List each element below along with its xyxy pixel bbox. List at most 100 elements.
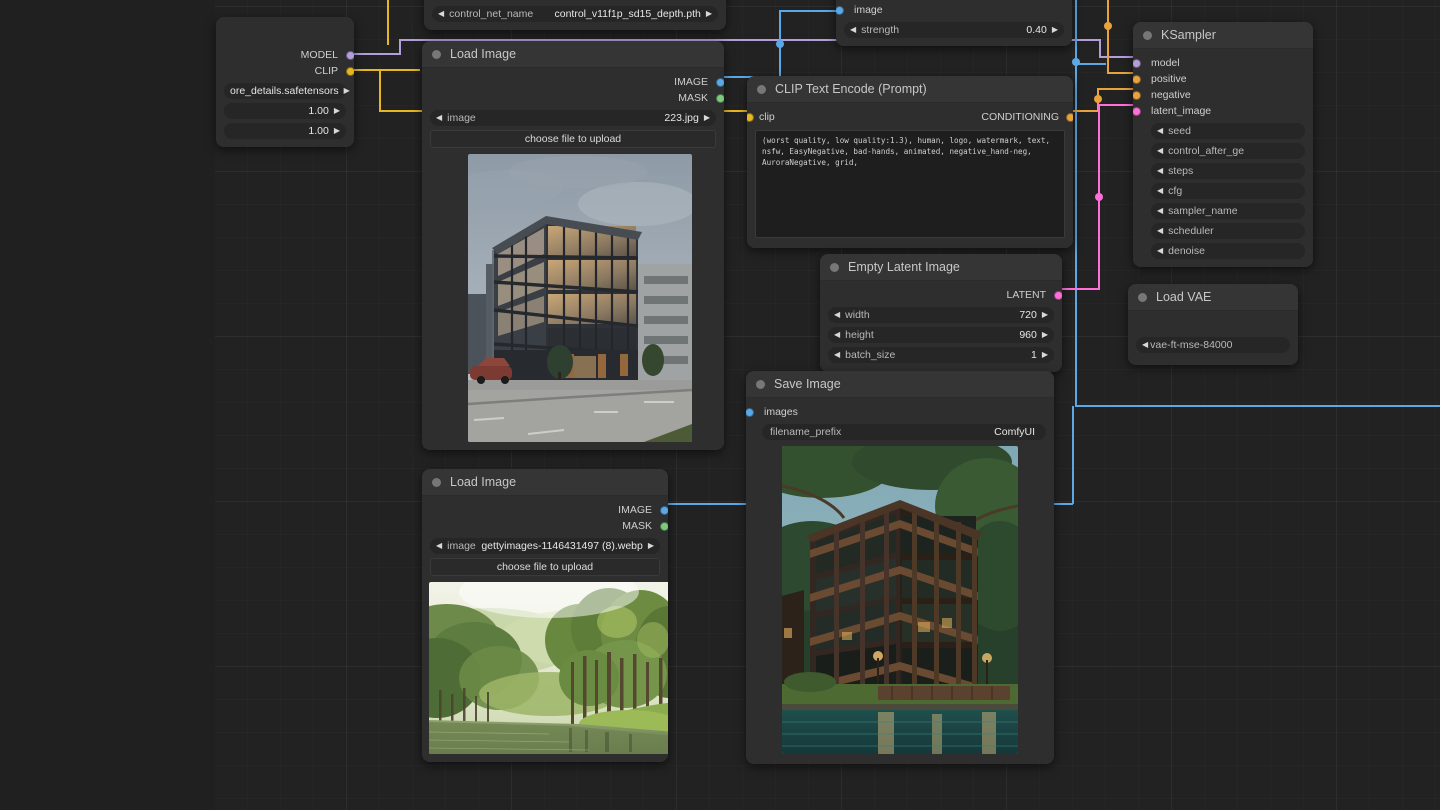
slot-model-input[interactable]: model xyxy=(1133,55,1305,71)
slot-image-output[interactable]: IMAGE xyxy=(430,502,668,518)
node-title-bar[interactable]: Load VAE xyxy=(1128,284,1298,311)
latent-slot-dot[interactable] xyxy=(1054,290,1062,300)
widget-steps[interactable]: ◀ steps xyxy=(1151,163,1305,179)
widget-image-file[interactable]: ◀ image gettyimages-1146431497 (8).webp … xyxy=(430,538,660,554)
node-title-bar[interactable]: Empty Latent Image xyxy=(820,254,1062,281)
model-slot-dot[interactable] xyxy=(1133,58,1141,68)
slot-clip-output[interactable]: CLIP xyxy=(224,63,354,79)
mask-slot-dot[interactable] xyxy=(660,521,668,531)
image-slot-dot[interactable] xyxy=(746,407,754,417)
node-save-image[interactable]: Save Image images filename_prefix ComfyU… xyxy=(746,371,1054,764)
model-slot-dot[interactable] xyxy=(346,50,354,60)
widget-cfg[interactable]: ◀ cfg xyxy=(1151,183,1305,199)
node-clip-text-encode[interactable]: CLIP Text Encode (Prompt) clip CONDITION… xyxy=(747,76,1073,248)
widget-denoise[interactable]: ◀ denoise xyxy=(1151,243,1305,259)
slot-negative-input[interactable]: negative xyxy=(1133,87,1305,103)
image-slot-dot[interactable] xyxy=(836,5,844,15)
mask-slot-dot[interactable] xyxy=(716,93,724,103)
node-title-bar[interactable]: Load Image xyxy=(422,469,668,496)
chevron-right-icon[interactable]: ▶ xyxy=(1052,26,1058,34)
clip-slot-dot[interactable] xyxy=(747,112,754,122)
slot-positive-input[interactable]: positive xyxy=(1133,71,1305,87)
collapse-dot-icon[interactable] xyxy=(432,477,441,487)
widget-lora-strength-model[interactable]: 1.00 ▶ xyxy=(224,103,346,119)
chevron-right-icon[interactable]: ▶ xyxy=(1042,311,1048,319)
chevron-left-icon[interactable]: ◀ xyxy=(1157,127,1163,135)
widget-lora-name[interactable]: ore_details.safetensors ▶ xyxy=(224,83,350,99)
chevron-left-icon[interactable]: ◀ xyxy=(834,311,840,319)
slot-mask-output[interactable]: MASK xyxy=(430,90,724,106)
node-title-bar[interactable]: Save Image xyxy=(746,371,1054,398)
widget-control-after-generate[interactable]: ◀ control_after_ge xyxy=(1151,143,1305,159)
node-load-image-2[interactable]: Load Image IMAGE MASK ◀ image gettyimage… xyxy=(422,469,668,762)
chevron-right-icon[interactable]: ▶ xyxy=(706,10,712,18)
widget-seed[interactable]: ◀ seed xyxy=(1151,123,1305,139)
widget-filename-prefix[interactable]: filename_prefix ComfyUI xyxy=(762,424,1046,440)
widget-sampler-name[interactable]: ◀ sampler_name xyxy=(1151,203,1305,219)
chevron-right-icon[interactable]: ▶ xyxy=(334,127,340,135)
collapse-dot-icon[interactable] xyxy=(830,262,839,272)
chevron-left-icon[interactable]: ◀ xyxy=(1157,187,1163,195)
collapse-dot-icon[interactable] xyxy=(757,84,766,94)
image-slot-dot[interactable] xyxy=(660,505,668,515)
chevron-left-icon[interactable]: ◀ xyxy=(436,114,442,122)
collapse-dot-icon[interactable] xyxy=(1143,30,1152,40)
chevron-left-icon[interactable]: ◀ xyxy=(834,331,840,339)
prompt-textarea[interactable]: (worst quality, low quality:1.3), human,… xyxy=(755,130,1065,238)
widget-width[interactable]: ◀ width 720 ▶ xyxy=(828,307,1054,323)
chevron-left-icon[interactable]: ◀ xyxy=(436,542,442,550)
slot-image-output[interactable]: IMAGE xyxy=(430,74,724,90)
node-apply-controlnet[interactable]: image ◀ strength 0.40 ▶ xyxy=(836,0,1072,46)
widget-height[interactable]: ◀ height 960 ▶ xyxy=(828,327,1054,343)
node-controlnet-loader[interactable]: ◀ control_net_name control_v11f1p_sd15_d… xyxy=(424,0,726,30)
chevron-right-icon[interactable]: ▶ xyxy=(704,114,710,122)
widget-strength[interactable]: ◀ strength 0.40 ▶ xyxy=(844,22,1064,38)
slot-latent-image-input[interactable]: latent_image xyxy=(1133,103,1305,119)
widget-control-net-name[interactable]: ◀ control_net_name control_v11f1p_sd15_d… xyxy=(432,6,718,22)
slot-image-input[interactable]: image xyxy=(836,2,1064,18)
node-empty-latent-image[interactable]: Empty Latent Image LATENT ◀ width 720 ▶ … xyxy=(820,254,1062,372)
chevron-right-icon[interactable]: ▶ xyxy=(334,107,340,115)
widget-lora-strength-clip[interactable]: 1.00 ▶ xyxy=(224,123,346,139)
slot-latent-output[interactable]: LATENT xyxy=(828,287,1062,303)
chevron-left-icon[interactable]: ◀ xyxy=(1142,341,1148,349)
chevron-left-icon[interactable]: ◀ xyxy=(1157,207,1163,215)
slot-images-input[interactable]: images xyxy=(746,404,1046,420)
chevron-right-icon[interactable]: ▶ xyxy=(344,87,350,95)
node-title-bar[interactable]: Load Image xyxy=(422,41,724,68)
collapse-dot-icon[interactable] xyxy=(432,49,441,59)
widget-image-file[interactable]: ◀ image 223.jpg ▶ xyxy=(430,110,716,126)
slot-model-output[interactable]: MODEL xyxy=(224,47,354,63)
comfyui-workspace: MODEL CLIP ore_details.safetensors ▶ 1.0… xyxy=(0,0,1440,810)
chevron-left-icon[interactable]: ◀ xyxy=(834,351,840,359)
widget-scheduler[interactable]: ◀ scheduler xyxy=(1151,223,1305,239)
node-load-image-1[interactable]: Load Image IMAGE MASK ◀ image 223.jpg ▶ … xyxy=(422,41,724,450)
chevron-left-icon[interactable]: ◀ xyxy=(1157,247,1163,255)
chevron-right-icon[interactable]: ▶ xyxy=(1042,331,1048,339)
chevron-left-icon[interactable]: ◀ xyxy=(1157,147,1163,155)
collapse-dot-icon[interactable] xyxy=(756,379,765,389)
node-load-vae[interactable]: Load VAE ◀ vae-ft-mse-84000 xyxy=(1128,284,1298,365)
chevron-right-icon[interactable]: ▶ xyxy=(1042,351,1048,359)
conditioning-slot-dot[interactable] xyxy=(1133,90,1141,100)
node-ksampler[interactable]: KSampler model positive negative latent_… xyxy=(1133,22,1313,267)
image-slot-dot[interactable] xyxy=(716,77,724,87)
chevron-left-icon[interactable]: ◀ xyxy=(1157,227,1163,235)
widget-batch-size[interactable]: ◀ batch_size 1 ▶ xyxy=(828,347,1054,363)
chevron-left-icon[interactable]: ◀ xyxy=(1157,167,1163,175)
chevron-left-icon[interactable]: ◀ xyxy=(850,26,856,34)
slot-mask-output[interactable]: MASK xyxy=(430,518,668,534)
conditioning-slot-dot[interactable] xyxy=(1133,74,1141,84)
node-lora-loader[interactable]: MODEL CLIP ore_details.safetensors ▶ 1.0… xyxy=(216,17,354,147)
chevron-right-icon[interactable]: ▶ xyxy=(648,542,654,550)
upload-image-button[interactable]: choose file to upload xyxy=(430,558,660,576)
clip-slot-dot[interactable] xyxy=(346,66,354,76)
latent-slot-dot[interactable] xyxy=(1133,106,1141,116)
collapse-dot-icon[interactable] xyxy=(1138,292,1147,302)
widget-vae-name[interactable]: ◀ vae-ft-mse-84000 xyxy=(1136,337,1290,353)
conditioning-slot-dot[interactable] xyxy=(1066,112,1073,122)
node-title-bar[interactable]: KSampler xyxy=(1133,22,1313,49)
node-title-bar[interactable]: CLIP Text Encode (Prompt) xyxy=(747,76,1073,103)
chevron-left-icon[interactable]: ◀ xyxy=(438,10,444,18)
upload-image-button[interactable]: choose file to upload xyxy=(430,130,716,148)
